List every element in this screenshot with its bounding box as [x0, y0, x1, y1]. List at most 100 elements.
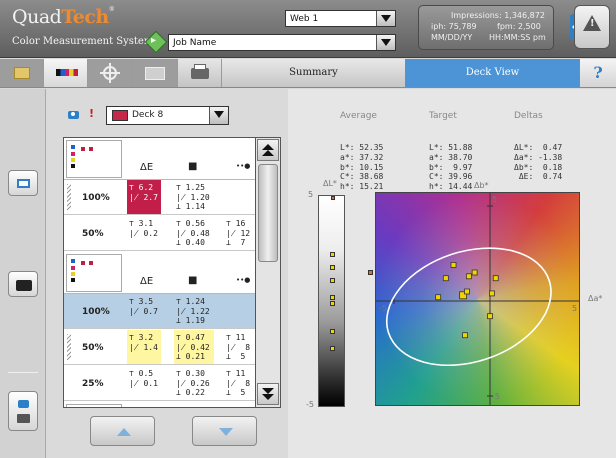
- job-name-value: Job Name: [173, 38, 217, 48]
- table-row[interactable]: 50% ⊤ 3.2 ∤ 1.4 ⊤ 0.47 ∤ 0.42 ⊥ 0.21 ⊤ 1…: [64, 330, 255, 365]
- deltas-stats: Deltas ΔL*: 0.47 Δa*: -1.38 Δb*: 0.18 ΔE…: [514, 92, 562, 202]
- delta-ab-scatter-plot: 5 -5 -5 5: [375, 192, 580, 406]
- delta-l-bar-chart: [318, 195, 345, 407]
- deck-color-swatch: [112, 110, 128, 121]
- patch-icon: [71, 145, 75, 149]
- scatter-point: [442, 275, 449, 282]
- press-stats-panel: Impressions: 1,346,872 iph: 75,789 fpm: …: [418, 5, 554, 50]
- solid-cell: ⊤ 0.47 ∤ 0.42 ⊥ 0.21: [174, 330, 214, 364]
- table-row[interactable]: 50% ⊤ 3.1 ∤ 0.2 ⊤ 0.56 ∤ 0.48 ⊥ 0.40 ⊤ 1…: [64, 216, 255, 251]
- web-select[interactable]: Web 1: [285, 10, 396, 27]
- patch-thumbnail[interactable]: [66, 140, 122, 178]
- out-of-range-point: [368, 270, 373, 276]
- deltas-values: ΔL*: 0.47 Δa*: -1.38 Δb*: 0.18 ΔE: 0.74: [514, 142, 563, 182]
- crosshair-line-icon: [100, 72, 120, 74]
- scroll-thumb[interactable]: [258, 164, 278, 262]
- patch-icon: [89, 261, 93, 265]
- delta-l-tick-top: 5: [308, 190, 314, 199]
- row-percent: 50%: [82, 343, 104, 353]
- delta-a-tick-left: -5: [379, 304, 387, 313]
- deltas-heading: Deltas: [514, 110, 543, 121]
- camera-icon: [16, 280, 32, 291]
- color-bars-view-button[interactable]: [44, 59, 88, 87]
- camera-icon: [68, 111, 79, 119]
- registration-view-button[interactable]: [88, 59, 132, 87]
- target-heading: Target: [429, 110, 457, 121]
- row-percent: 25%: [82, 379, 104, 389]
- delta-e-cell: ⊤ 6.2 ∤ 2.7: [127, 180, 161, 214]
- impressions-count: Impressions: 1,346,872: [451, 11, 545, 20]
- next-deck-button[interactable]: [192, 416, 257, 446]
- tab-summary[interactable]: Summary: [222, 59, 406, 87]
- solid-header: ■: [188, 161, 198, 172]
- row-percent: 100%: [82, 193, 110, 203]
- table-icon: [14, 67, 30, 79]
- delta-l-point: [330, 294, 335, 300]
- job-name-select[interactable]: Job Name: [168, 34, 396, 51]
- tab-deck-view[interactable]: Deck View: [406, 59, 580, 87]
- patch-icon: [71, 164, 75, 168]
- edit-icon: [17, 414, 30, 423]
- time-value: HH:MM:SS pm: [489, 33, 546, 42]
- scroll-down-button[interactable]: [257, 383, 279, 405]
- delta-l-point: [331, 196, 335, 200]
- camera-settings-button[interactable]: [8, 391, 38, 431]
- triangle-down-icon: [219, 428, 233, 436]
- grid-scrollbar[interactable]: [256, 137, 281, 408]
- deck-select[interactable]: Deck 8: [106, 106, 229, 125]
- scatter-canvas: [376, 193, 579, 405]
- deck-alert-icon: !: [89, 107, 95, 120]
- help-button[interactable]: ?: [580, 59, 616, 87]
- arrow-right-icon: ▸: [151, 35, 157, 46]
- trend-view-button[interactable]: [132, 59, 178, 87]
- delta-e-cell: ⊤ 3.1 ∤ 0.2: [129, 219, 158, 238]
- grid-header: ΔE ■ ••●: [64, 252, 255, 294]
- table-row-selected[interactable]: 100% ⊤ 3.5 ∤ 0.7 ⊤ 1.24 ∤ 1.22 ⊥ 1.19: [64, 294, 255, 329]
- scatter-point: [450, 262, 457, 268]
- frame-icon: [17, 179, 30, 188]
- row-percent: 100%: [82, 307, 110, 317]
- previous-deck-button[interactable]: [90, 416, 155, 446]
- solid-cell: ⊤ 1.24 ∤ 1.22 ⊥ 1.19: [176, 297, 210, 325]
- chevron-down-icon[interactable]: [376, 11, 395, 26]
- patch-thumbnail[interactable]: [66, 404, 122, 407]
- grid-header: ΔE ■ ••●: [64, 138, 255, 180]
- measurement-grid: ΔE ■ ••● 100% ⊤ 6.2 ∤ 2.7 ⊤ 1.25 ∤ 1.20 …: [63, 137, 256, 408]
- table-row[interactable]: 100% ⊤ 6.2 ∤ 2.7 ⊤ 1.25 ∤ 1.20 ⊥ 1.14: [64, 180, 255, 215]
- scatter-point: [465, 273, 472, 280]
- app-header: QuadTech® Color Measurement System ▸ Web…: [0, 0, 616, 58]
- left-rail: [0, 89, 46, 458]
- solid-cell: ⊤ 1.25 ∤ 1.20 ⊥ 1.14: [176, 183, 210, 211]
- delta-l-point: [330, 252, 335, 258]
- color-bars-icon: [56, 69, 78, 76]
- patch-icon: [71, 272, 75, 276]
- delta-l-point: [330, 265, 335, 271]
- chevron-down-icon[interactable]: [209, 107, 228, 124]
- capture-button[interactable]: [8, 271, 38, 297]
- dot-gain-cell: [224, 180, 254, 214]
- patch-icon: [71, 152, 75, 156]
- delta-e-cell: ⊤ 3.5 ∤ 0.7: [129, 297, 158, 316]
- warning-icon: [583, 15, 601, 31]
- single-view-button[interactable]: [8, 170, 38, 196]
- fpm-value: fpm: 2,500: [497, 22, 541, 31]
- scatter-point: [492, 275, 499, 282]
- chevron-down-icon[interactable]: [376, 35, 395, 50]
- deck-view-panel: Average L*: 52.35 a*: 37.32 b*: 10.15 C*…: [288, 89, 616, 458]
- patch-icon: [71, 259, 75, 263]
- delta-e-header: ΔE: [140, 162, 154, 173]
- table-row[interactable]: 25% ⊤ 0.5 ∤ 0.1 ⊤ 0.30 ∤ 0.26 ⊥ 0.22 ⊤ 1…: [64, 366, 255, 401]
- dot-gain-cell: ⊤ 16 ∤ 12 ⊥ 7: [226, 219, 251, 247]
- patch-thumbnail[interactable]: [66, 254, 122, 292]
- dot-gain-cell: ⊤ 11 ∤ 8 ⊥ 5: [226, 369, 251, 397]
- camera-icon: [18, 400, 29, 408]
- row-percent: 50%: [82, 229, 104, 239]
- rail-divider: [8, 372, 38, 373]
- table-view-button[interactable]: [0, 59, 44, 87]
- delta-b-tick-bottom: -5: [492, 392, 500, 401]
- scatter-point: [471, 269, 478, 276]
- scroll-up-button[interactable]: [257, 139, 279, 161]
- print-button[interactable]: [178, 59, 222, 87]
- delta-e-cell: ⊤ 0.5 ∤ 0.1: [129, 369, 158, 388]
- scatter-point: [462, 332, 468, 339]
